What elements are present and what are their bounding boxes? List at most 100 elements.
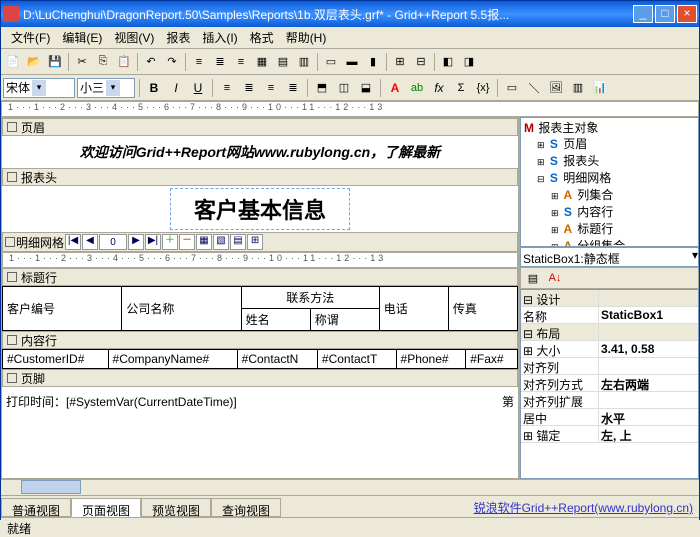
fld-fax[interactable]: #Fax# bbox=[466, 350, 518, 369]
copy-icon[interactable]: ⎘ bbox=[93, 52, 113, 72]
align-icon[interactable]: ≡ bbox=[261, 78, 281, 98]
section-report-header[interactable]: 报表头 bbox=[2, 168, 518, 186]
minimize-button[interactable]: _ bbox=[633, 5, 653, 23]
font-family-combo[interactable]: 宋体▾ bbox=[3, 78, 75, 98]
tool-icon[interactable]: ▬ bbox=[342, 52, 362, 72]
sort-az-icon[interactable]: A↓ bbox=[545, 268, 565, 288]
hdr-contact[interactable]: 联系方法 bbox=[241, 287, 379, 309]
tool-icon[interactable]: ▭ bbox=[321, 52, 341, 72]
hdr-phone[interactable]: 电话 bbox=[379, 287, 448, 331]
nav-del-icon[interactable]: － bbox=[179, 234, 195, 250]
hdr-sal[interactable]: 称谓 bbox=[310, 309, 379, 331]
align-center-icon[interactable]: ≣ bbox=[210, 52, 230, 72]
menu-format[interactable]: 格式 bbox=[244, 27, 280, 48]
content-table[interactable]: #CustomerID# #CompanyName# #ContactN #Co… bbox=[2, 349, 518, 369]
tree-item[interactable]: ⊞ S 内容行 bbox=[523, 204, 696, 221]
print-time-field[interactable]: 打印时间：[#SystemVar(CurrentDateTime)] bbox=[6, 393, 237, 410]
section-title-row[interactable]: 标题行 bbox=[2, 268, 518, 286]
property-row[interactable]: 对齐列方式左右两端 bbox=[521, 375, 698, 392]
line-icon[interactable]: ＼ bbox=[524, 78, 544, 98]
report-title[interactable]: 客户基本信息 bbox=[170, 188, 350, 230]
menu-file[interactable]: 文件(F) bbox=[5, 27, 56, 48]
nav-add-icon[interactable]: ＋ bbox=[162, 234, 178, 250]
nav-prev-icon[interactable]: ◀ bbox=[82, 234, 98, 250]
redo-icon[interactable]: ↷ bbox=[162, 52, 182, 72]
undo-icon[interactable]: ↶ bbox=[141, 52, 161, 72]
grid-ruler[interactable]: 1···1···2···3···4···5···6···7···8···9···… bbox=[2, 252, 518, 268]
tree-item[interactable]: ⊞ S 页眉 bbox=[523, 136, 696, 153]
header-table[interactable]: 客户编号 公司名称 联系方法 电话 传真 姓名 称谓 bbox=[2, 286, 518, 331]
property-row[interactable]: ⊞ 大小3.41, 0.58 bbox=[521, 341, 698, 358]
font-size-combo[interactable]: 小三▾ bbox=[77, 78, 135, 98]
page-field[interactable]: 第 bbox=[502, 393, 514, 410]
grid-tool-icon[interactable]: ▤ bbox=[230, 234, 246, 250]
section-page-footer[interactable]: 页脚 bbox=[2, 369, 518, 387]
open-icon[interactable]: 📂 bbox=[24, 52, 44, 72]
tree-item[interactable]: ⊟ S 明细网格 bbox=[523, 170, 696, 187]
menu-help[interactable]: 帮助(H) bbox=[280, 27, 333, 48]
nav-index-input[interactable] bbox=[99, 234, 127, 250]
banner-text[interactable]: 欢迎访问Grid++Report网站www.rubylong.cn，了解最新 bbox=[2, 136, 518, 168]
nav-last-icon[interactable]: ▶| bbox=[145, 234, 161, 250]
bold-icon[interactable]: B bbox=[144, 78, 164, 98]
nav-first-icon[interactable]: |◀ bbox=[65, 234, 81, 250]
barcode-icon[interactable]: ▥ bbox=[568, 78, 588, 98]
sum-icon[interactable]: Σ bbox=[451, 78, 471, 98]
tool-icon[interactable]: ▮ bbox=[363, 52, 383, 72]
fld-company[interactable]: #CompanyName# bbox=[108, 350, 237, 369]
fld-name[interactable]: #ContactN bbox=[237, 350, 317, 369]
tool-icon[interactable]: ▦ bbox=[252, 52, 272, 72]
tool-icon[interactable]: ⊞ bbox=[390, 52, 410, 72]
tab-query[interactable]: 查询视图 bbox=[211, 498, 281, 517]
fld-custid[interactable]: #CustomerID# bbox=[3, 350, 109, 369]
tab-preview[interactable]: 预览视图 bbox=[141, 498, 211, 517]
property-row[interactable]: 设计 bbox=[521, 290, 698, 307]
property-grid[interactable]: 设计名称StaticBox1布局⊞ 大小3.41, 0.58对齐列对齐列方式左右… bbox=[520, 289, 699, 479]
section-content-row[interactable]: 内容行 bbox=[2, 331, 518, 349]
section-page-header[interactable]: 页眉 bbox=[2, 118, 518, 136]
tree-item[interactable]: ⊞ A 分组集合 bbox=[523, 238, 696, 247]
paste-icon[interactable]: 📋 bbox=[114, 52, 134, 72]
tab-page[interactable]: 页面视图 bbox=[71, 498, 141, 517]
menu-edit[interactable]: 编辑(E) bbox=[56, 27, 108, 48]
save-icon[interactable]: 💾 bbox=[45, 52, 65, 72]
horizontal-ruler[interactable]: 1···1···2···3···4···5···6···7···8···9···… bbox=[1, 101, 699, 117]
property-row[interactable]: ⊞ 锚定左, 上 bbox=[521, 426, 698, 443]
valign-icon[interactable]: ⬒ bbox=[312, 78, 332, 98]
property-row[interactable]: 对齐列 bbox=[521, 358, 698, 375]
align-left-icon[interactable]: ≡ bbox=[189, 52, 209, 72]
object-selector-combo[interactable]: StaticBox1:静态框▾ bbox=[520, 247, 699, 267]
fld-sal[interactable]: #ContactT bbox=[317, 350, 396, 369]
hdr-company[interactable]: 公司名称 bbox=[122, 287, 241, 331]
align-icon[interactable]: ≣ bbox=[239, 78, 259, 98]
grid-tool-icon[interactable]: ▧ bbox=[213, 234, 229, 250]
close-button[interactable]: × bbox=[677, 5, 697, 23]
property-row[interactable]: 对齐列扩展 bbox=[521, 392, 698, 409]
image-icon[interactable]: 🖼 bbox=[546, 78, 566, 98]
chart-icon[interactable]: 📊 bbox=[590, 78, 610, 98]
valign-icon[interactable]: ◫ bbox=[334, 78, 354, 98]
grid-tool-icon[interactable]: ⊞ bbox=[247, 234, 263, 250]
design-surface[interactable]: 页眉 欢迎访问Grid++Report网站www.rubylong.cn，了解最… bbox=[1, 117, 519, 479]
hdr-name[interactable]: 姓名 bbox=[241, 309, 310, 331]
tool-icon[interactable]: ▤ bbox=[273, 52, 293, 72]
sort-cat-icon[interactable]: ▤ bbox=[523, 268, 543, 288]
menu-report[interactable]: 报表 bbox=[160, 27, 196, 48]
tree-item[interactable]: ⊞ A 列集合 bbox=[523, 187, 696, 204]
grid-tool-icon[interactable]: ▦ bbox=[196, 234, 212, 250]
var-icon[interactable]: {x} bbox=[473, 78, 493, 98]
object-tree[interactable]: M 报表主对象 ⊞ S 页眉⊞ S 报表头⊟ S 明细网格⊞ A 列集合⊞ S … bbox=[520, 117, 699, 247]
cut-icon[interactable]: ✂ bbox=[72, 52, 92, 72]
tab-normal[interactable]: 普通视图 bbox=[1, 498, 71, 517]
align-icon[interactable]: ≡ bbox=[217, 78, 237, 98]
italic-icon[interactable]: I bbox=[166, 78, 186, 98]
maximize-button[interactable]: □ bbox=[655, 5, 675, 23]
tool-icon[interactable]: ◧ bbox=[438, 52, 458, 72]
new-icon[interactable]: 📄 bbox=[3, 52, 23, 72]
hdr-custid[interactable]: 客户编号 bbox=[3, 287, 122, 331]
vendor-link[interactable]: 锐浪软件Grid++Report(www.rubylong.cn) bbox=[468, 496, 699, 517]
fld-phone[interactable]: #Phone# bbox=[396, 350, 466, 369]
chevron-down-icon[interactable]: ▾ bbox=[106, 80, 120, 96]
underline-icon[interactable]: U bbox=[188, 78, 208, 98]
property-row[interactable]: 布局 bbox=[521, 324, 698, 341]
